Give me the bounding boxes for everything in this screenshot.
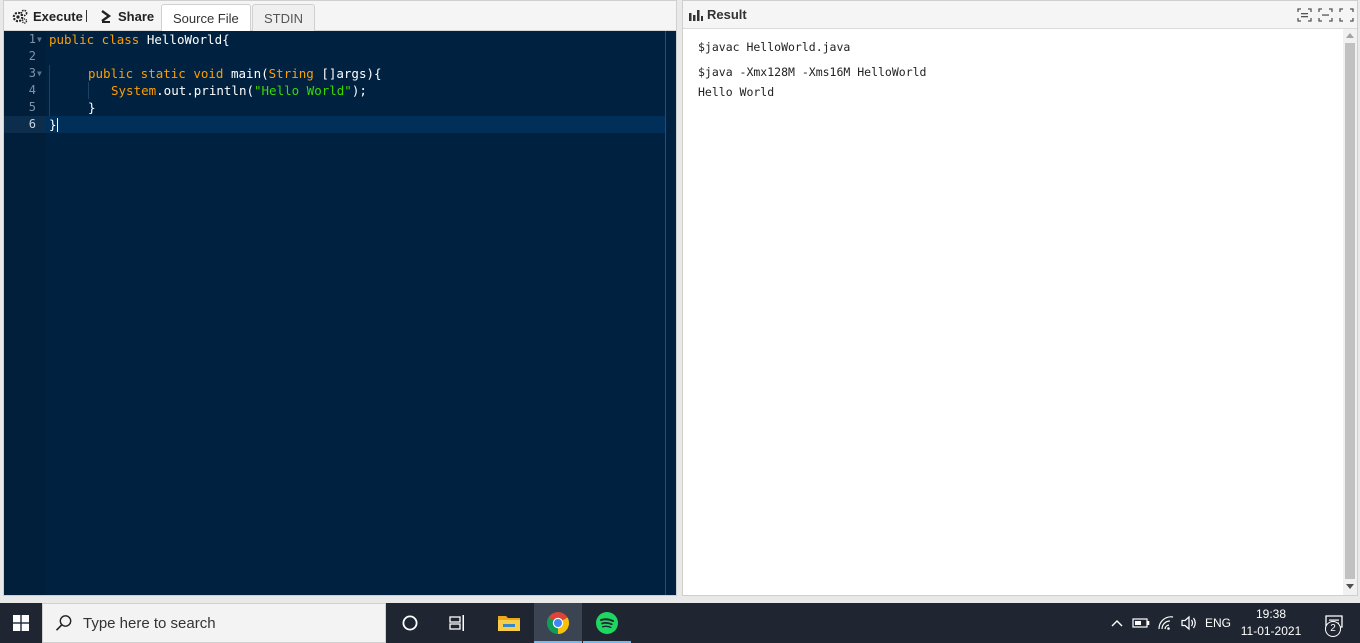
taskbar-clock[interactable]: 19:38 11-01-2021 [1234,606,1308,640]
search-icon [55,615,72,631]
chevron-right-icon [101,10,112,23]
collapse-icon[interactable] [1297,8,1312,22]
code-text: HelloWorld{ [146,32,230,47]
print-margin [665,31,666,595]
text-cursor [57,118,58,132]
result-title-label: Result [707,7,747,22]
clock-time: 19:38 [1255,607,1287,621]
execute-button[interactable]: Execute [12,7,83,25]
taskbar-search-box[interactable]: Type here to search [42,603,386,643]
spotify-icon [596,612,618,634]
share-button[interactable]: Share [99,7,154,25]
tab-source-file[interactable]: Source File [161,4,251,32]
result-scrollbar[interactable] [1343,29,1357,595]
code-line: System.out.println("Hello World"); [111,82,367,99]
gears-icon [12,9,28,24]
code-string: "Hello World" [254,83,352,98]
input-language-indicator[interactable]: ENG [1202,603,1234,643]
scroll-down-icon[interactable] [1346,584,1354,589]
network-button[interactable] [1155,603,1177,643]
output-line: $javac HelloWorld.java [698,40,851,54]
cortana-button[interactable] [386,603,434,643]
editor-panel: Execute Share Source File STDIN 1 2 3 4 … [3,0,677,596]
wifi-icon [1158,616,1174,630]
chevron-up-icon [1111,620,1123,627]
notification-count-badge: 2 [1325,621,1341,637]
code-editor[interactable]: 1 2 3 4 5 6 ▼ ▼ public class HelloWorld{… [4,31,676,595]
expand-icon[interactable] [1339,8,1354,22]
share-label: Share [118,8,155,24]
line-number: 2 [28,49,36,63]
code-line: public static void main(String []args){ [88,65,382,82]
file-explorer-button[interactable] [485,603,533,643]
scroll-thumb[interactable] [1345,43,1355,579]
bar-chart-icon [689,9,703,21]
code-class: System [111,83,157,98]
spotify-button[interactable] [583,603,631,643]
code-keyword: public static void [88,66,231,81]
line-number: 1 [28,32,36,46]
code-line: public class HelloWorld{ [49,31,230,48]
code-keyword: public class [49,32,147,47]
windows-logo-icon [13,615,29,631]
file-explorer-icon [498,616,520,631]
volume-button[interactable] [1178,603,1200,643]
speaker-icon [1181,615,1196,631]
task-view-button[interactable] [434,603,482,643]
execute-label: Execute [33,8,83,24]
chrome-button[interactable] [534,603,582,643]
clock-date: 11-01-2021 [1240,624,1302,638]
code-text: ); [351,83,367,98]
fold-arrow-icon[interactable]: ▼ [37,31,45,48]
indent-guide [49,65,50,116]
line-number: 3 [28,66,36,80]
show-hidden-icons-button[interactable] [1106,603,1128,643]
indent-guide [88,82,89,99]
split-icon[interactable] [1318,8,1333,22]
output-line: $java -Xmx128M -Xms16M HelloWorld [698,65,927,79]
scroll-up-icon[interactable] [1346,33,1354,38]
code-text: []args){ [313,66,382,81]
code-text: .out.println( [156,83,254,98]
battery-icon [1132,618,1150,628]
battery-button[interactable] [1130,603,1152,643]
tab-stdin[interactable]: STDIN [252,4,315,31]
code-type: String [268,66,314,81]
output-line: Hello World [698,85,775,99]
result-output: $javac HelloWorld.java $java -Xmx128M -X… [683,29,1343,595]
result-title: Result [689,7,747,22]
cortana-icon [402,615,418,631]
line-number: 5 [28,100,36,114]
search-placeholder: Type here to search [83,614,216,632]
windows-taskbar: Type here to search ENG 19:38 11-01-2021… [0,603,1360,643]
code-line: } [88,100,96,115]
editor-toolbar: Execute Share Source File STDIN [4,1,676,32]
line-number: 6 [28,117,36,131]
start-button[interactable] [0,603,42,643]
toolbar-divider [86,10,87,22]
chrome-icon [547,612,569,634]
result-panel: Result $javac HelloWorld.java $java -Xmx… [682,0,1358,596]
result-header: Result [683,1,1357,29]
line-number: 4 [28,83,36,97]
code-text: main( [231,66,269,81]
task-view-icon [449,615,464,631]
app-window: Execute Share Source File STDIN 1 2 3 4 … [0,0,1360,643]
fold-arrow-icon[interactable]: ▼ [37,65,45,82]
active-line-highlight [46,116,666,133]
code-line: } [49,117,57,132]
